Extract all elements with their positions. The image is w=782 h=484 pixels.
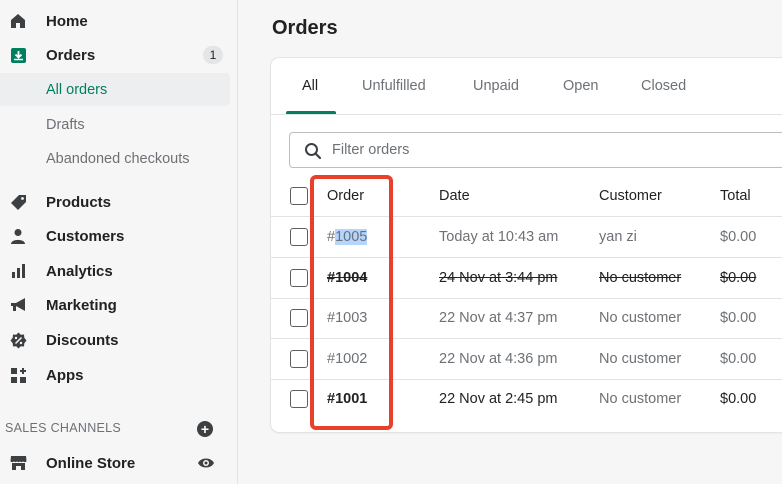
store-icon — [9, 454, 27, 472]
order-customer: No customer — [599, 351, 682, 367]
sidebar-item-customers[interactable]: Customers — [0, 219, 238, 253]
sidebar-subitem-label: Abandoned checkouts — [46, 150, 190, 167]
order-total: $0.00 — [720, 229, 757, 245]
sidebar-item-apps[interactable]: Apps — [0, 358, 238, 392]
sidebar: Home Orders 1 All orders Drafts Abandone… — [0, 0, 238, 484]
add-sales-channel-icon[interactable]: + — [197, 421, 213, 437]
order-total: $0.00 — [720, 391, 757, 407]
sidebar-item-home[interactable]: Home — [0, 4, 238, 38]
tab-closed[interactable]: Closed — [641, 78, 686, 94]
sidebar-item-label: Marketing — [46, 296, 117, 314]
home-icon — [9, 12, 27, 30]
order-customer: No customer — [599, 270, 682, 286]
column-header-total[interactable]: Total — [720, 188, 751, 204]
apps-icon — [9, 366, 27, 384]
order-total: $0.00 — [720, 270, 757, 286]
eye-icon[interactable] — [197, 456, 215, 470]
sidebar-subitem-label: Drafts — [46, 116, 85, 133]
sidebar-item-marketing[interactable]: Marketing — [0, 288, 238, 322]
row-checkbox[interactable] — [290, 228, 308, 246]
sidebar-item-discounts[interactable]: Discounts — [0, 323, 238, 357]
active-tab-indicator — [286, 111, 336, 114]
order-date: 24 Nov at 3:44 pm — [439, 270, 558, 286]
order-total: $0.00 — [720, 310, 757, 326]
row-checkbox[interactable] — [290, 269, 308, 287]
order-total: $0.00 — [720, 351, 757, 367]
person-icon — [9, 227, 27, 245]
discount-icon — [9, 331, 27, 349]
column-header-customer[interactable]: Customer — [599, 188, 662, 204]
tab-unfulfilled[interactable]: Unfulfilled — [362, 78, 426, 94]
sidebar-subitem-abandoned-checkouts[interactable]: Abandoned checkouts — [0, 142, 230, 175]
sidebar-item-products[interactable]: Products — [0, 185, 238, 219]
row-checkbox[interactable] — [290, 350, 308, 368]
column-header-date[interactable]: Date — [439, 188, 470, 204]
sidebar-subitem-all-orders[interactable]: All orders — [0, 73, 230, 106]
sidebar-item-analytics[interactable]: Analytics — [0, 254, 238, 288]
sales-channels-heading: SALES CHANNELS — [5, 421, 122, 435]
orders-icon — [9, 46, 27, 64]
order-tabs: All Unfulfilled Unpaid Open Closed — [271, 58, 782, 115]
tab-open[interactable]: Open — [563, 78, 598, 94]
megaphone-icon — [9, 296, 27, 314]
order-date: 22 Nov at 4:36 pm — [439, 351, 558, 367]
sidebar-subitem-drafts[interactable]: Drafts — [0, 108, 230, 141]
tag-icon — [9, 193, 27, 211]
sidebar-item-orders[interactable]: Orders 1 — [0, 38, 238, 72]
select-all-checkbox[interactable] — [290, 187, 308, 205]
order-customer: No customer — [599, 310, 682, 326]
sidebar-item-label: Apps — [46, 366, 84, 384]
order-date: Today at 10:43 am — [439, 229, 559, 245]
bar-chart-icon — [9, 262, 27, 280]
orders-count-badge: 1 — [203, 46, 223, 64]
filter-orders-input[interactable]: Filter orders — [289, 132, 782, 168]
order-customer: No customer — [599, 391, 682, 407]
order-date: 22 Nov at 2:45 pm — [439, 391, 558, 407]
search-icon — [304, 142, 322, 160]
order-column-highlight-annotation — [310, 175, 393, 430]
sidebar-item-label: Home — [46, 12, 88, 30]
tab-all[interactable]: All — [302, 78, 318, 94]
sidebar-item-label: Discounts — [46, 331, 119, 349]
sidebar-item-label: Customers — [46, 227, 125, 245]
order-date: 22 Nov at 4:37 pm — [439, 310, 558, 326]
page-title: Orders — [272, 17, 338, 39]
sidebar-item-label: Online Store — [46, 454, 136, 472]
row-checkbox[interactable] — [290, 390, 308, 408]
sidebar-item-label: Orders — [46, 46, 96, 64]
sidebar-subitem-label: All orders — [46, 81, 108, 98]
row-checkbox[interactable] — [290, 309, 308, 327]
tab-unpaid[interactable]: Unpaid — [473, 78, 519, 94]
search-placeholder: Filter orders — [332, 142, 410, 158]
order-customer: yan zi — [599, 229, 637, 245]
sidebar-item-label: Analytics — [46, 262, 113, 280]
sidebar-item-label: Products — [46, 193, 112, 211]
